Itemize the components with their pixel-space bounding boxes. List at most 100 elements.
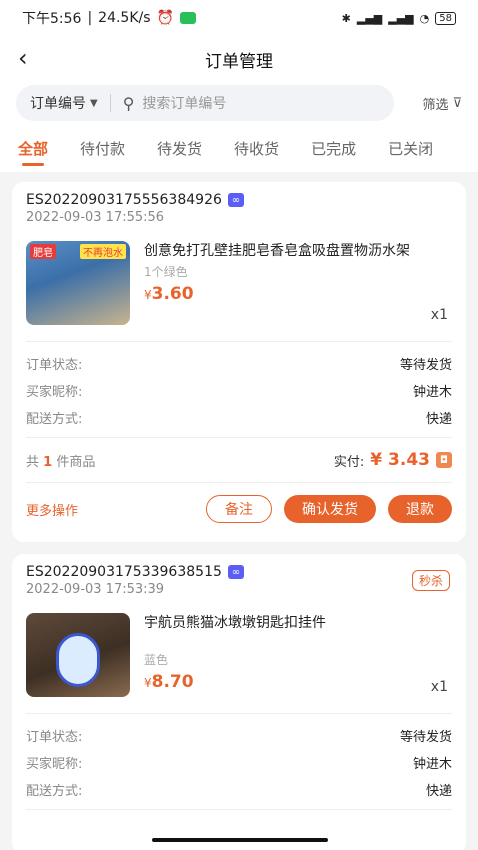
product-qty: x1 — [430, 307, 448, 323]
link-icon[interactable]: ∞ — [227, 565, 244, 579]
tab-pending-shipment[interactable]: 待发货 — [157, 124, 202, 172]
back-icon[interactable]: ‹ — [18, 46, 28, 70]
info-row-buyer: 买家昵称: 钟进木 — [26, 377, 452, 404]
search-box[interactable]: 订单编号 ▼ ⚲ 搜索订单编号 — [16, 85, 394, 121]
status-time: 下午5:56 — [22, 11, 82, 27]
info-label: 配送方式: — [26, 784, 83, 799]
order-time: 2022-09-03 17:55:56 — [26, 210, 165, 225]
home-indicator[interactable] — [152, 838, 328, 842]
paid-amount: 实付: ¥ 3.43 ◘ — [334, 450, 452, 470]
product-row[interactable]: 肥皂 不再泡水 创意免打孔壁挂肥皂香皂盒吸盘置物沥水架 1个绿色 ¥3.60 x… — [26, 225, 452, 342]
currency-symbol: ¥ — [144, 676, 152, 690]
payment-icon[interactable]: ◘ — [436, 452, 452, 468]
network-speed: 24.5K/s — [98, 10, 151, 26]
product-image: 肥皂 不再泡水 — [26, 241, 130, 325]
info-label: 配送方式: — [26, 412, 83, 427]
order-info: 订单状态: 等待发货 买家昵称: 钟进木 配送方式: 快递 — [26, 714, 452, 810]
chevron-down-icon: ▼ — [90, 97, 98, 109]
order-number-row: ES20220903175556384926 ∞ — [26, 182, 452, 208]
nav-bar: ‹ 订单管理 — [0, 36, 478, 82]
total-row: 共 1 件商品 实付: ¥ 3.43 ◘ — [26, 438, 452, 483]
price-value: 3.60 — [151, 284, 194, 304]
order-card[interactable]: ES20220903175339638515 ∞ 2022-09-03 17:5… — [12, 554, 466, 850]
info-label: 订单状态: — [26, 358, 83, 373]
product-variant: 1个绿色 — [144, 265, 188, 279]
more-actions-button[interactable]: 更多操作 — [26, 500, 78, 519]
product-name: 创意免打孔壁挂肥皂香皂盒吸盘置物沥水架 — [144, 243, 410, 259]
link-icon[interactable]: ∞ — [227, 193, 244, 207]
total-count: 共 1 件商品 — [26, 451, 95, 470]
info-row-buyer: 买家昵称: 钟进木 — [26, 749, 452, 776]
total-prefix: 共 — [26, 454, 40, 470]
status-left: 下午5:56 | 24.5K/s ⏰ — [22, 8, 196, 28]
search-input[interactable]: 搜索订单编号 — [142, 93, 226, 113]
search-icon: ⚲ — [122, 93, 135, 113]
product-image — [26, 613, 130, 697]
total-suffix: 件商品 — [56, 454, 96, 470]
tab-pending-receipt[interactable]: 待收货 — [234, 124, 279, 172]
product-name: 宇航员熊猫冰墩墩钥匙扣挂件 — [144, 615, 326, 631]
paid-label: 实付: — [333, 454, 365, 470]
info-value: 快递 — [425, 784, 452, 799]
product-qty: x1 — [430, 679, 448, 695]
info-value: 钟进木 — [412, 385, 452, 400]
image-badge: 不再泡水 — [80, 244, 126, 259]
product-info: 宇航员熊猫冰墩墩钥匙扣挂件 蓝色 ¥8.70 x1 — [144, 613, 452, 697]
total-number: 1 — [43, 454, 53, 470]
flash-sale-tag: 秒杀 — [411, 570, 450, 591]
tab-completed[interactable]: 已完成 — [311, 124, 356, 172]
info-label: 买家昵称: — [26, 385, 83, 400]
info-row-shipping: 配送方式: 快递 — [26, 776, 452, 803]
filter-icon: ⊽ — [452, 95, 462, 111]
info-value: 等待发货 — [399, 358, 452, 373]
info-value: 快递 — [425, 412, 452, 427]
order-info: 订单状态: 等待发货 买家昵称: 钟进木 配送方式: 快递 — [26, 342, 452, 438]
info-label: 买家昵称: — [26, 757, 83, 772]
status-separator: | — [87, 10, 93, 26]
image-badge: 肥皂 — [30, 244, 56, 259]
order-time: 2022-09-03 17:53:39 — [26, 582, 165, 597]
info-row-status: 订单状态: 等待发货 — [26, 722, 452, 749]
action-row: 更多操作 备注 确认发货 退款 — [26, 483, 452, 523]
price-value: 8.70 — [151, 672, 194, 692]
search-type-label: 订单编号 — [30, 96, 86, 112]
note-button[interactable]: 备注 — [206, 495, 272, 523]
divider — [109, 94, 111, 112]
alarm-icon: ⏰ — [156, 10, 174, 26]
toy-figure — [56, 633, 100, 687]
tab-all[interactable]: 全部 — [18, 124, 48, 172]
battery-icon: 58 — [435, 11, 456, 25]
wifi-icon: ◔ — [419, 11, 430, 25]
order-card[interactable]: ES20220903175556384926 ∞ 2022-09-03 17:5… — [12, 182, 466, 542]
search-type-select[interactable]: 订单编号 ▼ — [30, 93, 98, 113]
info-label: 订单状态: — [26, 730, 83, 745]
signal-2-icon: ▂▄▆ — [388, 11, 414, 25]
confirm-ship-button[interactable]: 确认发货 — [284, 495, 376, 523]
info-row-shipping: 配送方式: 快递 — [26, 404, 452, 431]
order-number-row: ES20220903175339638515 ∞ — [26, 554, 452, 580]
status-right: ✱ ▂▄▆ ▂▄▆ ◔ 58 — [342, 11, 456, 25]
action-buttons: 备注 确认发货 退款 — [206, 495, 452, 523]
info-row-status: 订单状态: 等待发货 — [26, 350, 452, 377]
paid-value: ¥ 3.43 — [370, 450, 430, 470]
product-row[interactable]: 宇航员熊猫冰墩墩钥匙扣挂件 蓝色 ¥8.70 x1 — [26, 597, 452, 714]
filter-button[interactable]: 筛选 ⊽ — [422, 94, 462, 113]
tab-pending-payment[interactable]: 待付款 — [80, 124, 125, 172]
product-price: ¥8.70 — [144, 672, 452, 692]
product-price: ¥3.60 — [144, 284, 452, 304]
status-bar: 下午5:56 | 24.5K/s ⏰ ✱ ▂▄▆ ▂▄▆ ◔ 58 — [0, 0, 478, 36]
info-value: 等待发货 — [399, 730, 452, 745]
order-number: ES20220903175556384926 — [26, 192, 222, 208]
page-title: 订单管理 — [205, 51, 273, 72]
status-tabs: 全部 待付款 待发货 待收货 已完成 已关闭 — [0, 124, 478, 172]
refund-button[interactable]: 退款 — [388, 495, 452, 523]
order-number: ES20220903175339638515 — [26, 564, 222, 580]
tab-closed[interactable]: 已关闭 — [388, 124, 433, 172]
product-variant: 蓝色 — [144, 653, 169, 667]
product-info: 创意免打孔壁挂肥皂香皂盒吸盘置物沥水架 1个绿色 ¥3.60 x1 — [144, 241, 452, 325]
signal-icon: ▂▄▆ — [356, 11, 383, 25]
currency-symbol: ¥ — [144, 288, 152, 302]
chat-app-icon — [179, 12, 196, 24]
info-value: 钟进木 — [412, 757, 452, 772]
search-row: 订单编号 ▼ ⚲ 搜索订单编号 筛选 ⊽ — [0, 82, 478, 124]
